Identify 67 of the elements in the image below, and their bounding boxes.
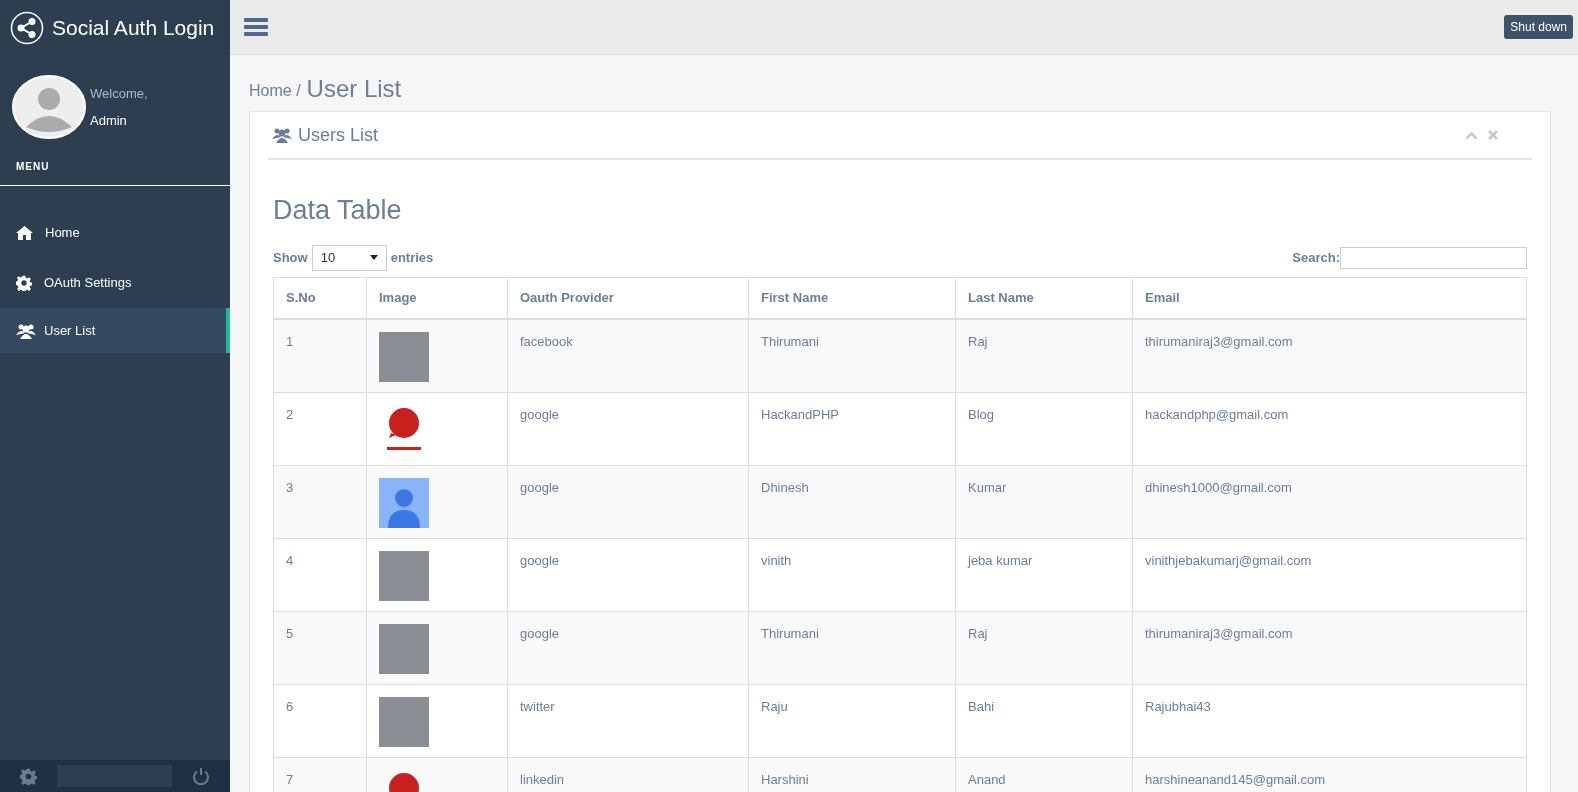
last-name-cell: Raj (968, 334, 988, 349)
sidebar-item[interactable]: OAuth Settings (0, 258, 230, 308)
last-name-cell: Raj (968, 625, 988, 641)
provider-cell: google (520, 552, 560, 568)
row-number: 5 (286, 625, 294, 641)
first-name-cell: vinith (761, 552, 792, 568)
first-name-cell: Thirumani (761, 625, 819, 641)
settings-icon[interactable] (20, 767, 37, 785)
caret-icon (369, 255, 378, 260)
row-number: 2 (286, 406, 294, 422)
provider-cell: linkedin (520, 771, 565, 787)
breadcrumb-link[interactable]: Home / (249, 79, 301, 103)
first-name-cell: Thirumani (761, 334, 819, 349)
power-icon[interactable] (192, 767, 210, 785)
search-label: Search: (1292, 248, 1340, 267)
provider-cell: google (520, 406, 560, 422)
users-icon (272, 127, 292, 143)
users-icon (16, 322, 36, 339)
photo-placeholder (379, 550, 429, 601)
last-name-cell: Anand (968, 771, 1006, 787)
sidebar-item[interactable]: User List (0, 308, 230, 353)
first-name-cell: Dhinesh (761, 479, 809, 495)
provider-cell: google (520, 625, 560, 641)
email-cell: hackandphp@gmail.com (1145, 406, 1289, 422)
menu-heading: MENU (16, 161, 50, 172)
show-label: Show (273, 248, 308, 267)
sidebar-item[interactable]: Home (0, 208, 230, 258)
photo-placeholder (379, 696, 429, 747)
first-name-cell: Harshini (761, 771, 809, 787)
row-number: 4 (286, 552, 294, 568)
provider-cell: facebook (520, 334, 573, 349)
provider-cell: twitter (520, 698, 555, 714)
last-name-cell: Blog (968, 406, 995, 422)
row-number: 6 (286, 698, 294, 714)
email-cell: vinithjebakumarj@gmail.com (1145, 552, 1312, 568)
email-cell: harshineanand145@gmail.com (1145, 771, 1326, 787)
last-name-cell: jeba kumar (968, 552, 1033, 568)
email-cell: thirumaniraj3@gmail.com (1145, 625, 1293, 641)
settings-icon (16, 275, 32, 291)
share-icon (10, 10, 44, 45)
email-cell: thirumaniraj3@gmail.com (1145, 334, 1293, 349)
photo-placeholder (379, 623, 429, 674)
entries-label: entries (390, 248, 434, 267)
welcome-text: Welcome, (90, 85, 148, 103)
page-title: User List (306, 75, 402, 103)
avatar-icon (12, 75, 86, 139)
first-name-cell: Raju (761, 698, 788, 714)
last-name-cell: Kumar (968, 479, 1007, 495)
default-avatar-image (379, 477, 429, 528)
row-number: 7 (286, 771, 294, 787)
last-name-cell: Bahi (968, 698, 995, 714)
menu-icon[interactable] (244, 17, 268, 37)
email-cell: dhinesh1000@gmail.com (1145, 479, 1292, 495)
email-cell: Rajubhai43 (1145, 698, 1211, 714)
row-number: 1 (286, 334, 294, 349)
user-name: Admin (90, 111, 128, 130)
entries-dropdown[interactable]: 10 (311, 244, 387, 271)
section-title: Data Table (273, 194, 403, 227)
home-icon (16, 226, 33, 240)
first-name-cell: HackandPHP (761, 406, 840, 422)
app-title: Social Auth Login (52, 14, 215, 41)
provider-cell: google (520, 479, 560, 495)
shut-down-button[interactable]: Shut down (1504, 15, 1573, 39)
row-number: 3 (286, 479, 294, 495)
search-field[interactable] (1340, 246, 1527, 269)
photo-placeholder (379, 332, 429, 382)
panel-title: Users List (298, 123, 378, 147)
